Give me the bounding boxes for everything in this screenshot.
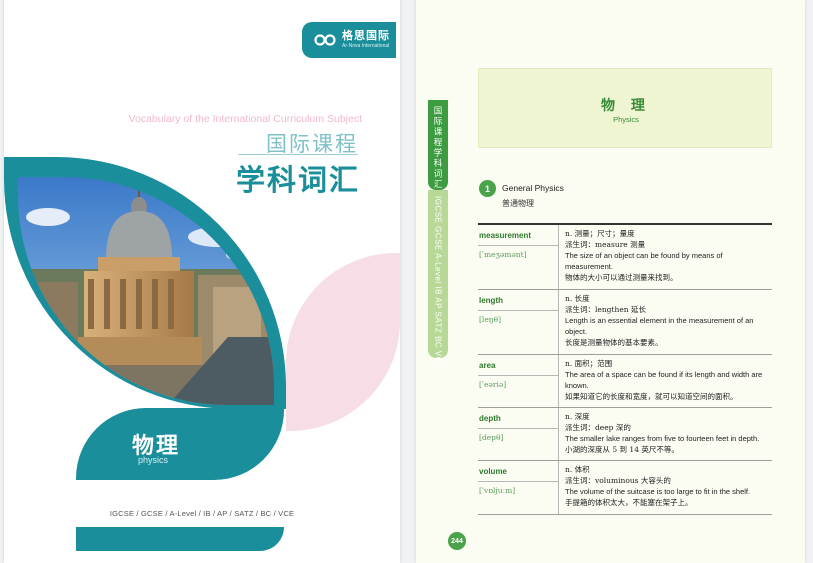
term-cell: measurement [ˈmeʒəmənt] [478,225,558,289]
book-cover: 格思国际 Ar-Nova International Vocabulary of… [4,0,400,563]
curricula-list: IGCSE / GCSE / A-Level / IB / AP / SATZ … [109,509,295,518]
subject-english: physics [138,455,169,465]
logo-chinese-text: 格思国际 [342,30,390,42]
side-strip-text: IGCSE GCSE A-Level IB AP SATZ BC VCE [433,196,443,369]
section-number-badge: 1 [479,180,496,197]
derived-word: 派生词：lengthen 延长 [565,305,646,314]
part-of-speech: n. 面积；范围 [565,359,613,368]
term-cell: depth [depθ] [478,408,558,460]
term-word: length [479,296,503,305]
side-strip: IGCSE GCSE A-Level IB AP SATZ BC VCE [428,190,448,369]
example-english: The smaller lake ranges from five to fou… [565,434,760,443]
title-divider [238,154,358,155]
table-row: area [ˈeəriə] n. 面积；范围 The area of a spa… [478,355,772,408]
derived-word: 派生词：measure 测量 [565,240,646,249]
table-row: measurement [ˈmeʒəmənt] n. 测量；尺寸；量度 派生词：… [478,225,772,290]
term-phonetic: [ˈmeʒəmənt] [479,250,527,259]
example-chinese: 手提箱的体积太大，不能塞在架子上。 [565,498,693,507]
part-of-speech: n. 体积 [565,465,590,474]
example-english: The area of a space can be found if its … [565,370,763,390]
term-word: measurement [479,231,532,240]
term-word: volume [479,467,508,476]
definition-cell: n. 长度 派生词：lengthen 延长 Length is an essen… [558,290,772,354]
vocabulary-table: measurement [ˈmeʒəmənt] n. 测量；尺寸；量度 派生词：… [478,223,772,515]
definition-cell: n. 体积 派生词：voluminous 大容头的 The volume of … [558,461,772,514]
page-number: 244 [448,532,466,550]
chapter-title-chinese: 物 理 [601,97,651,113]
chapter-title-english: Physics [613,115,639,124]
section-title-chinese: 普通物理 [502,199,534,208]
derived-word: 派生词：deep 深的 [565,423,631,432]
term-phonetic: [leŋθ] [479,315,502,324]
section-title-english: General Physics [502,183,564,193]
example-chinese: 长度是测量物体的基本要素。 [565,338,663,347]
part-of-speech: n. 长度 [565,294,590,303]
vocabulary-page: 国际课程学科词汇 IGCSE GCSE A-Level IB AP SATZ B… [416,0,805,563]
term-word: area [479,361,496,370]
cover-subtitle-english: Vocabulary of the International Curricul… [128,113,362,125]
example-english: Length is an essential element in the me… [565,316,754,336]
logo-english-text: Ar-Nova International [342,43,390,49]
derived-word: 派生词：voluminous 大容头的 [565,476,671,485]
definition-cell: n. 面积；范围 The area of a space can be foun… [558,355,772,407]
part-of-speech: n. 测量；尺寸；量度 [565,229,635,238]
term-cell: volume [ˈvɒljuːm] [478,461,558,514]
table-row: length [leŋθ] n. 长度 派生词：lengthen 延长 Leng… [478,290,772,355]
term-word: depth [479,414,501,423]
example-chinese: 物体的大小可以通过测量来找到。 [565,273,678,282]
table-row: volume [ˈvɒljuːm] n. 体积 派生词：voluminous 大… [478,461,772,515]
term-phonetic: [ˈvɒljuːm] [479,486,516,495]
example-chinese: 如果知道它的长度和宽度，就可以知道空间的面积。 [565,392,738,401]
term-cell: length [leŋθ] [478,290,558,354]
side-tab: 国际课程学科词汇 [428,100,448,190]
part-of-speech: n. 深度 [565,412,590,421]
infinity-logo-icon [314,34,336,46]
cover-photo [18,177,274,405]
cover-bottom-bar [76,527,284,551]
example-chinese: 小湖的深度从 5 到 14 英尺不等。 [565,445,679,454]
definition-cell: n. 深度 派生词：deep 深的 The smaller lake range… [558,408,772,460]
definition-cell: n. 测量；尺寸；量度 派生词：measure 测量 The size of a… [558,225,772,289]
cover-title-line2: 学科词汇 [235,165,360,197]
example-english: The volume of the suitcase is too large … [565,487,751,496]
example-english: The size of an object can be found by me… [565,251,723,271]
pink-petal-decoration [286,253,400,431]
publisher-logo: 格思国际 Ar-Nova International [302,22,396,58]
term-cell: area [ˈeəriə] [478,355,558,407]
side-tab-text: 国际课程学科词汇 [433,106,443,190]
term-phonetic: [ˈeəriə] [479,380,507,389]
term-phonetic: [depθ] [479,433,504,442]
chapter-header: 物 理 Physics [478,68,772,148]
table-row: depth [depθ] n. 深度 派生词：deep 深的 The small… [478,408,772,461]
radcliffe-camera-photo [18,177,274,405]
